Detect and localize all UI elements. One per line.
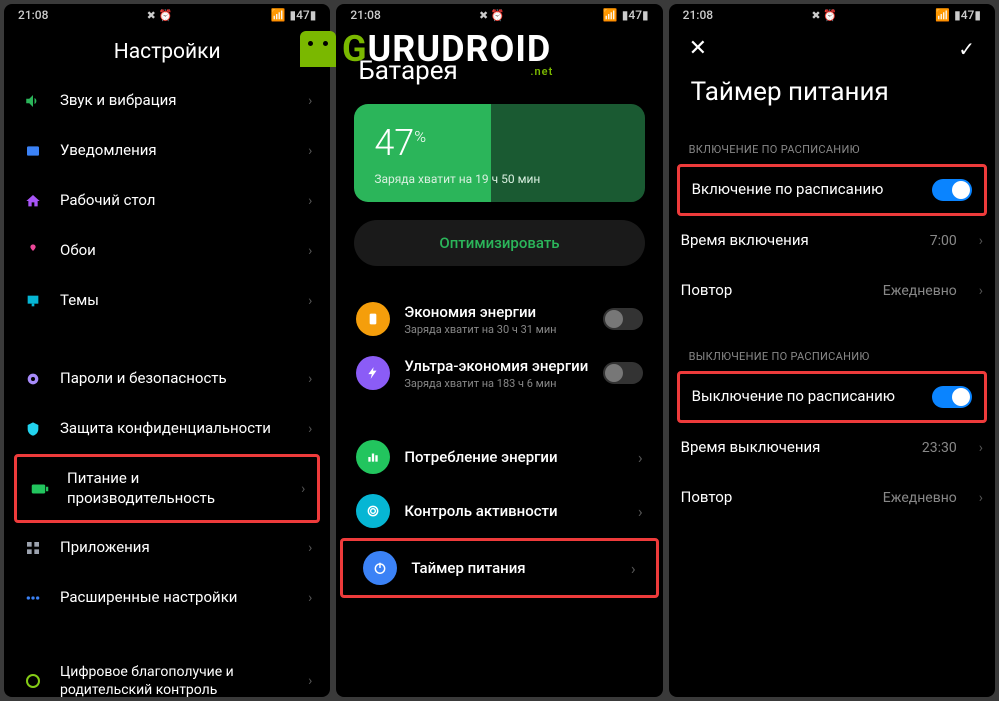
close-button[interactable]: ✕: [689, 36, 707, 61]
on-toggle[interactable]: [932, 179, 972, 201]
screen-battery: 21:08 ✖ ⏰ 📶▮47▮ Батарея 47% Заряда хвати…: [336, 4, 662, 697]
eco-toggle[interactable]: [603, 308, 643, 330]
notif-icon: [22, 140, 44, 162]
chevron-right-icon: ›: [308, 193, 312, 209]
page-title: Таймер питания: [669, 69, 995, 125]
chevron-right-icon: ›: [308, 371, 312, 387]
row-passwords[interactable]: Пароли и безопасность ›: [10, 354, 324, 404]
theme-icon: [22, 290, 44, 312]
screen-settings: 21:08 ✖ ⏰ 📶▮47▮ Настройки Звук и вибраци…: [4, 4, 330, 697]
row-ultra[interactable]: Ультра-экономия энергии Заряда хватит на…: [336, 346, 662, 400]
chevron-right-icon: ›: [979, 283, 983, 299]
row-wallpaper[interactable]: Обои ›: [10, 226, 324, 276]
battery-card[interactable]: 47% Заряда хватит на 19 ч 50 мин: [354, 104, 644, 202]
eco-icon: [356, 302, 390, 336]
ultra-toggle[interactable]: [603, 362, 643, 384]
chevron-right-icon: ›: [308, 673, 312, 689]
status-bar: 21:08 ✖ ⏰ 📶▮47▮: [336, 4, 662, 24]
row-on-time[interactable]: Время включения 7:00 ›: [669, 216, 995, 266]
section-on-header: ВКЛЮЧЕНИЕ ПО РАСПИСАНИЮ: [669, 125, 995, 164]
chevron-right-icon: ›: [308, 540, 312, 556]
chevron-right-icon: ›: [308, 143, 312, 159]
row-eco[interactable]: Экономия энергии Заряда хватит на 30 ч 3…: [336, 292, 662, 346]
row-themes[interactable]: Темы ›: [10, 276, 324, 326]
row-consumption[interactable]: Потребление энергии ›: [336, 430, 662, 484]
row-privacy[interactable]: Защита конфиденциальности ›: [10, 404, 324, 454]
off-toggle[interactable]: [932, 386, 972, 408]
screen-timer: 21:08 ✖ ⏰ 📶▮47▮ ✕ ✓ Таймер питания ВКЛЮЧ…: [669, 4, 995, 697]
chart-icon: [356, 440, 390, 474]
battery-icon: [29, 478, 51, 500]
row-off-time[interactable]: Время выключения 23:30 ›: [669, 423, 995, 473]
chevron-right-icon: ›: [638, 448, 643, 467]
chevron-right-icon: ›: [979, 490, 983, 506]
chevron-right-icon: ›: [638, 502, 643, 521]
status-time: 21:08: [18, 8, 48, 22]
battery-remaining: Заряда хватит на 19 ч 50 мин: [374, 172, 624, 186]
page-title: Настройки: [4, 24, 330, 76]
chevron-right-icon: ›: [308, 590, 312, 606]
row-on-schedule[interactable]: Включение по расписанию: [677, 164, 987, 216]
row-activity[interactable]: Контроль активности ›: [336, 484, 662, 538]
chevron-right-icon: ›: [308, 243, 312, 259]
row-sound[interactable]: Звук и вибрация ›: [10, 76, 324, 126]
row-power-timer[interactable]: Таймер питания ›: [340, 538, 658, 598]
chevron-right-icon: ›: [979, 233, 983, 249]
activity-icon: [356, 494, 390, 528]
row-off-repeat[interactable]: Повтор Ежедневно ›: [669, 473, 995, 523]
row-wellbeing[interactable]: Цифровое благополучие и родительский кон…: [10, 651, 324, 697]
sound-icon: [22, 90, 44, 112]
wallpaper-icon: [22, 240, 44, 262]
row-apps[interactable]: Приложения ›: [10, 523, 324, 573]
status-time: 21:08: [350, 8, 380, 22]
confirm-button[interactable]: ✓: [958, 37, 975, 61]
chevron-right-icon: ›: [308, 93, 312, 109]
chevron-right-icon: ›: [979, 440, 983, 456]
more-icon: [22, 587, 44, 609]
chevron-right-icon: ›: [301, 481, 305, 497]
row-off-schedule[interactable]: Выключение по расписанию: [677, 371, 987, 423]
shield-icon: [22, 418, 44, 440]
status-bar: 21:08 ✖ ⏰ 📶▮47▮: [669, 4, 995, 24]
row-advanced[interactable]: Расширенные настройки ›: [10, 573, 324, 623]
status-time: 21:08: [683, 8, 713, 22]
page-title: Батарея: [336, 24, 662, 104]
battery-percent: 47%: [374, 122, 624, 164]
row-battery-perf[interactable]: Питание и производительность ›: [14, 454, 320, 523]
home-icon: [22, 190, 44, 212]
section-off-header: ВЫКЛЮЧЕНИЕ ПО РАСПИСАНИЮ: [669, 316, 995, 371]
lock-icon: [22, 368, 44, 390]
ultra-icon: [356, 356, 390, 390]
chevron-right-icon: ›: [308, 421, 312, 437]
row-on-repeat[interactable]: Повтор Ежедневно ›: [669, 266, 995, 316]
optimize-button[interactable]: Оптимизировать: [354, 220, 644, 266]
power-icon: [363, 551, 397, 585]
chevron-right-icon: ›: [308, 293, 312, 309]
chevron-right-icon: ›: [631, 559, 636, 578]
row-notifications[interactable]: Уведомления ›: [10, 126, 324, 176]
row-home[interactable]: Рабочий стол ›: [10, 176, 324, 226]
status-bar: 21:08 ✖ ⏰ 📶▮47▮: [4, 4, 330, 24]
wellbeing-icon: [22, 670, 44, 692]
apps-icon: [22, 537, 44, 559]
